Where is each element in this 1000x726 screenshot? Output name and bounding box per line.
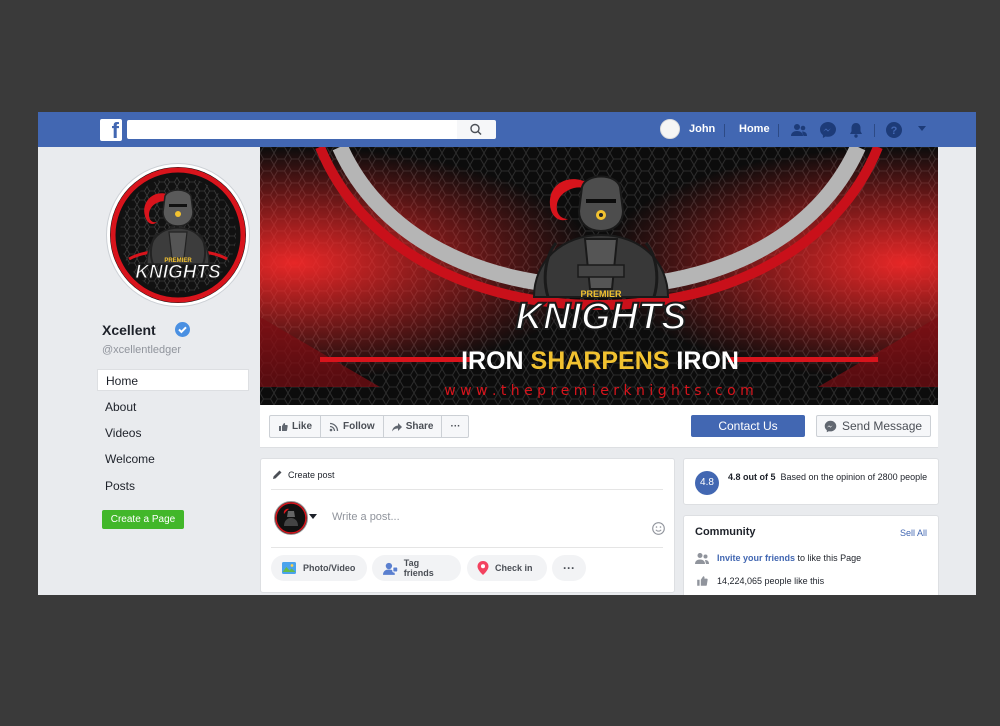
photo-video-button[interactable]: Photo/Video <box>271 555 367 581</box>
cover-knights-text: KNIGHTS <box>516 296 687 338</box>
sidebar-item-videos[interactable]: Videos <box>97 422 249 444</box>
knight-logo-icon: PREMIER KNIGHTS <box>110 167 246 303</box>
sidebar-item-home[interactable]: Home <box>97 369 249 391</box>
help-icon[interactable]: ? <box>885 121 903 139</box>
share-label: Share <box>405 421 434 432</box>
divider <box>778 124 779 137</box>
see-all-link[interactable]: Sell All <box>900 528 927 538</box>
notifications-icon[interactable] <box>847 121 865 139</box>
messenger-icon[interactable] <box>819 121 837 139</box>
user-name-link[interactable]: John <box>689 123 715 135</box>
profile-picture[interactable]: PREMIER KNIGHTS <box>107 164 249 306</box>
invite-friends-text: to like this Page <box>797 553 862 563</box>
page-title: Xcellent <box>102 322 156 338</box>
caret-down-icon[interactable] <box>309 514 317 520</box>
cover-slogan: IRON SHARPENS IRON <box>461 347 739 375</box>
invite-friends-row: Invite your friends to like this Page <box>695 552 861 564</box>
share-arrow-icon <box>391 422 402 431</box>
logo-knights-text: KNIGHTS <box>135 262 221 283</box>
send-message-label: Send Message <box>842 419 923 433</box>
post-author-avatar[interactable] <box>274 501 308 535</box>
like-label: Like <box>292 421 313 432</box>
rating-card: 4.8 4.8 out of 5 Based on the opinion of… <box>683 458 939 505</box>
cover-artwork: PREMIER KNIGHTS IRON SHARPENS IRON w w w… <box>260 147 938 405</box>
friends-icon[interactable] <box>790 121 808 139</box>
people-icon <box>695 553 709 564</box>
rating-detail: Based on the opinion of 2800 people <box>780 472 928 482</box>
thumbs-up-icon <box>697 576 708 586</box>
post-text-input[interactable]: Write a post... <box>332 511 400 523</box>
community-card: Community Sell All Invite your friends t… <box>683 515 939 595</box>
check-in-button[interactable]: Check in <box>467 555 547 581</box>
photo-video-label: Photo/Video <box>303 563 356 573</box>
page-handle: @xcellentledger <box>102 344 182 356</box>
messenger-icon <box>824 420 837 432</box>
tag-friends-button[interactable]: Tag friends <box>372 555 461 581</box>
divider <box>724 124 725 137</box>
page-likes-count: 14,224,065 people like this <box>717 576 825 586</box>
contact-us-button[interactable]: Contact Us <box>691 415 805 437</box>
search-input[interactable] <box>127 120 457 139</box>
facebook-page-mockup: f John Home ? PREMIER KNIGHTS Xcellent @… <box>38 112 976 595</box>
share-button[interactable]: Share <box>384 416 443 437</box>
pencil-icon <box>273 470 282 479</box>
divider <box>271 547 663 548</box>
create-post-title: Create post <box>288 470 335 480</box>
sidebar-item-welcome[interactable]: Welcome <box>97 448 249 470</box>
knight-logo-icon <box>275 502 307 534</box>
svg-text:?: ? <box>891 125 898 137</box>
top-navigation-bar: f John Home ? <box>38 112 976 147</box>
send-message-button[interactable]: Send Message <box>816 415 931 437</box>
more-options-button[interactable]: ··· <box>442 416 468 437</box>
action-button-group: Like Follow Share ··· <box>269 415 470 438</box>
follow-label: Follow <box>343 421 375 432</box>
home-link[interactable]: Home <box>739 123 770 135</box>
cover-website-url: w w w . t h e p r e m i e r k n i g h t … <box>444 383 754 399</box>
sidebar-item-posts[interactable]: Posts <box>97 475 249 497</box>
search-button[interactable] <box>457 120 496 139</box>
check-in-label: Check in <box>495 563 533 573</box>
rating-score-badge: 4.8 <box>695 471 719 495</box>
facebook-logo-icon[interactable]: f <box>100 118 122 143</box>
photo-icon <box>282 562 296 574</box>
more-post-options-button[interactable]: ··· <box>552 555 586 581</box>
chevron-down-icon[interactable] <box>916 124 928 134</box>
invite-friends-link[interactable]: Invite your friends <box>717 553 795 563</box>
community-title: Community <box>695 526 756 538</box>
search-icon <box>470 123 482 136</box>
tag-friends-label: Tag friends <box>403 558 434 578</box>
follow-button[interactable]: Follow <box>321 416 384 437</box>
rating-headline: 4.8 out of 5 <box>728 472 776 482</box>
rating-summary: 4.8 out of 5 Based on the opinion of 280… <box>728 471 928 483</box>
create-page-button[interactable]: Create a Page <box>102 510 184 529</box>
location-pin-icon <box>477 561 489 575</box>
sidebar-item-about[interactable]: About <box>97 396 249 418</box>
thumbs-up-icon <box>279 422 288 431</box>
emoji-icon[interactable] <box>652 522 665 535</box>
divider <box>271 489 663 490</box>
tag-friends-icon <box>382 562 398 575</box>
page-action-bar: Like Follow Share ··· Contact Us Send Me… <box>260 405 938 448</box>
rss-icon <box>329 422 339 431</box>
create-post-card: Create post Write a post... Photo/Video … <box>260 458 675 593</box>
like-button[interactable]: Like <box>270 416 322 437</box>
page-likes-row: 14,224,065 people like this <box>695 575 824 587</box>
cover-photo[interactable]: PREMIER KNIGHTS IRON SHARPENS IRON w w w… <box>260 147 938 405</box>
verified-badge-icon <box>175 322 190 337</box>
user-avatar[interactable] <box>660 119 680 139</box>
divider <box>874 124 875 137</box>
